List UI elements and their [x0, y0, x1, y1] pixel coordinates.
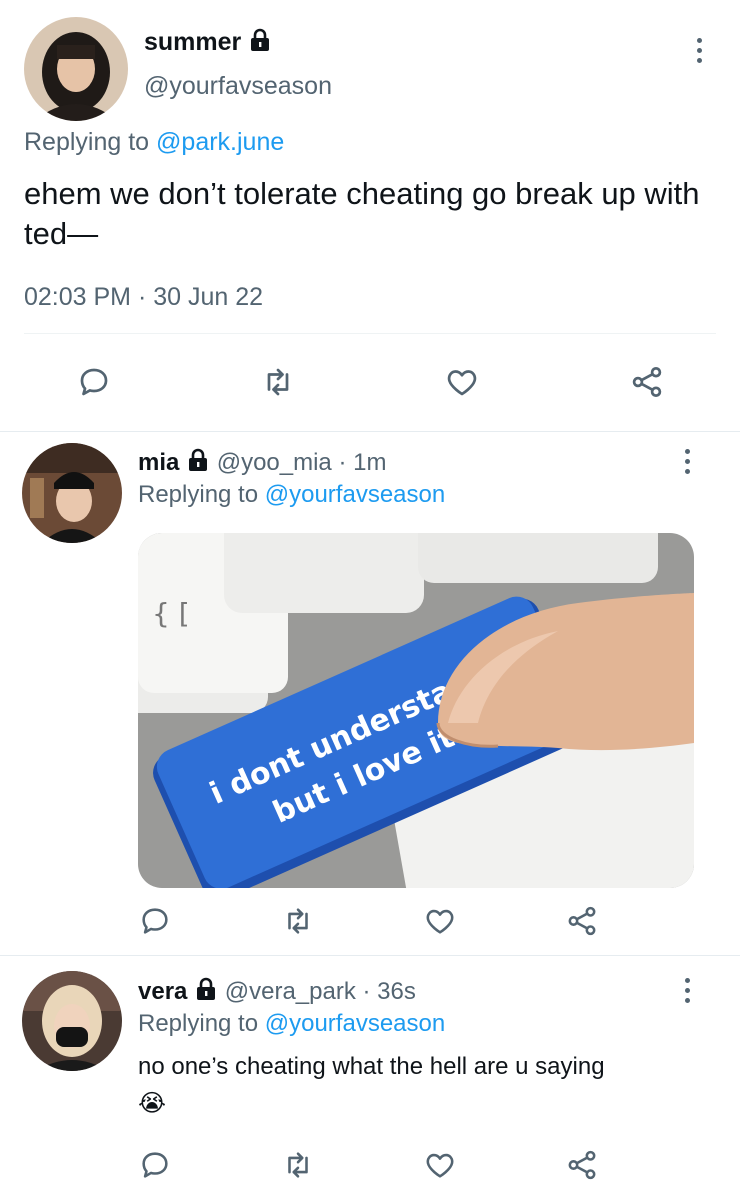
handle[interactable]: @yoo_mia: [217, 449, 332, 476]
like-icon[interactable]: [421, 902, 459, 940]
reply-icon[interactable]: [74, 362, 114, 402]
tweet-text: ehem we don’t tolerate cheating go break…: [24, 176, 700, 251]
share-icon[interactable]: [563, 902, 601, 940]
more-icon[interactable]: [694, 38, 704, 68]
replying-prefix: Replying to: [138, 481, 259, 508]
handle[interactable]: @yourfavseason: [144, 72, 332, 101]
avatar-vera[interactable]: [22, 971, 122, 1071]
display-name[interactable]: summer: [144, 28, 272, 57]
display-name[interactable]: vera: [138, 978, 187, 1005]
reply-icon[interactable]: [136, 902, 174, 940]
avatar-mia[interactable]: [22, 443, 122, 543]
share-icon[interactable]: [627, 362, 667, 402]
reply-icon[interactable]: [136, 1146, 174, 1184]
main-tweet: summer @yourfavseason Replying to @park.…: [0, 0, 740, 432]
svg-text:{ [: { [: [152, 597, 190, 630]
more-icon[interactable]: [682, 449, 692, 479]
replying-prefix: Replying to: [24, 128, 150, 156]
lock-icon: [197, 977, 216, 1000]
retweet-icon[interactable]: [258, 362, 298, 402]
lock-icon: [251, 28, 270, 51]
replying-line: Replying to @park.june: [24, 128, 284, 157]
time-ago: · 1m: [338, 449, 387, 476]
reply-mia-meta: mia @yoo_mia · 1m: [138, 448, 386, 477]
replying-to-link[interactable]: @yourfavseason: [265, 481, 445, 508]
reply-text: no one’s cheating what the hell are u sa…: [138, 1053, 605, 1080]
replying-prefix: Replying to: [138, 1010, 259, 1037]
thread-divider: [0, 955, 740, 956]
reply-vera-meta: vera @vera_park · 36s: [138, 977, 416, 1006]
like-icon[interactable]: [421, 1146, 459, 1184]
time-ago: · 36s: [362, 978, 416, 1005]
crying-emoji: 😭: [138, 1090, 167, 1117]
lock-icon: [189, 448, 208, 471]
replying-to-link[interactable]: @yourfavseason: [265, 1010, 445, 1037]
display-name-text: summer: [144, 28, 242, 56]
handle[interactable]: @vera_park: [225, 978, 356, 1005]
share-icon[interactable]: [563, 1146, 601, 1184]
timestamp: 02:03 PM · 30 Jun 22: [24, 283, 264, 311]
divider: [24, 333, 716, 334]
like-icon[interactable]: [442, 362, 482, 402]
retweet-icon[interactable]: [279, 902, 317, 940]
display-name[interactable]: mia: [138, 449, 179, 476]
retweet-icon[interactable]: [279, 1146, 317, 1184]
replying-line: Replying to @yourfavseason: [138, 1010, 445, 1038]
replying-line: Replying to @yourfavseason: [138, 481, 445, 509]
thread-divider: [0, 431, 740, 432]
more-icon[interactable]: [682, 978, 692, 1008]
avatar-summer[interactable]: [24, 17, 128, 121]
replying-to-link[interactable]: @park.june: [156, 128, 284, 156]
meme-image[interactable]: { [ i dont understand but i love it: [138, 533, 694, 888]
